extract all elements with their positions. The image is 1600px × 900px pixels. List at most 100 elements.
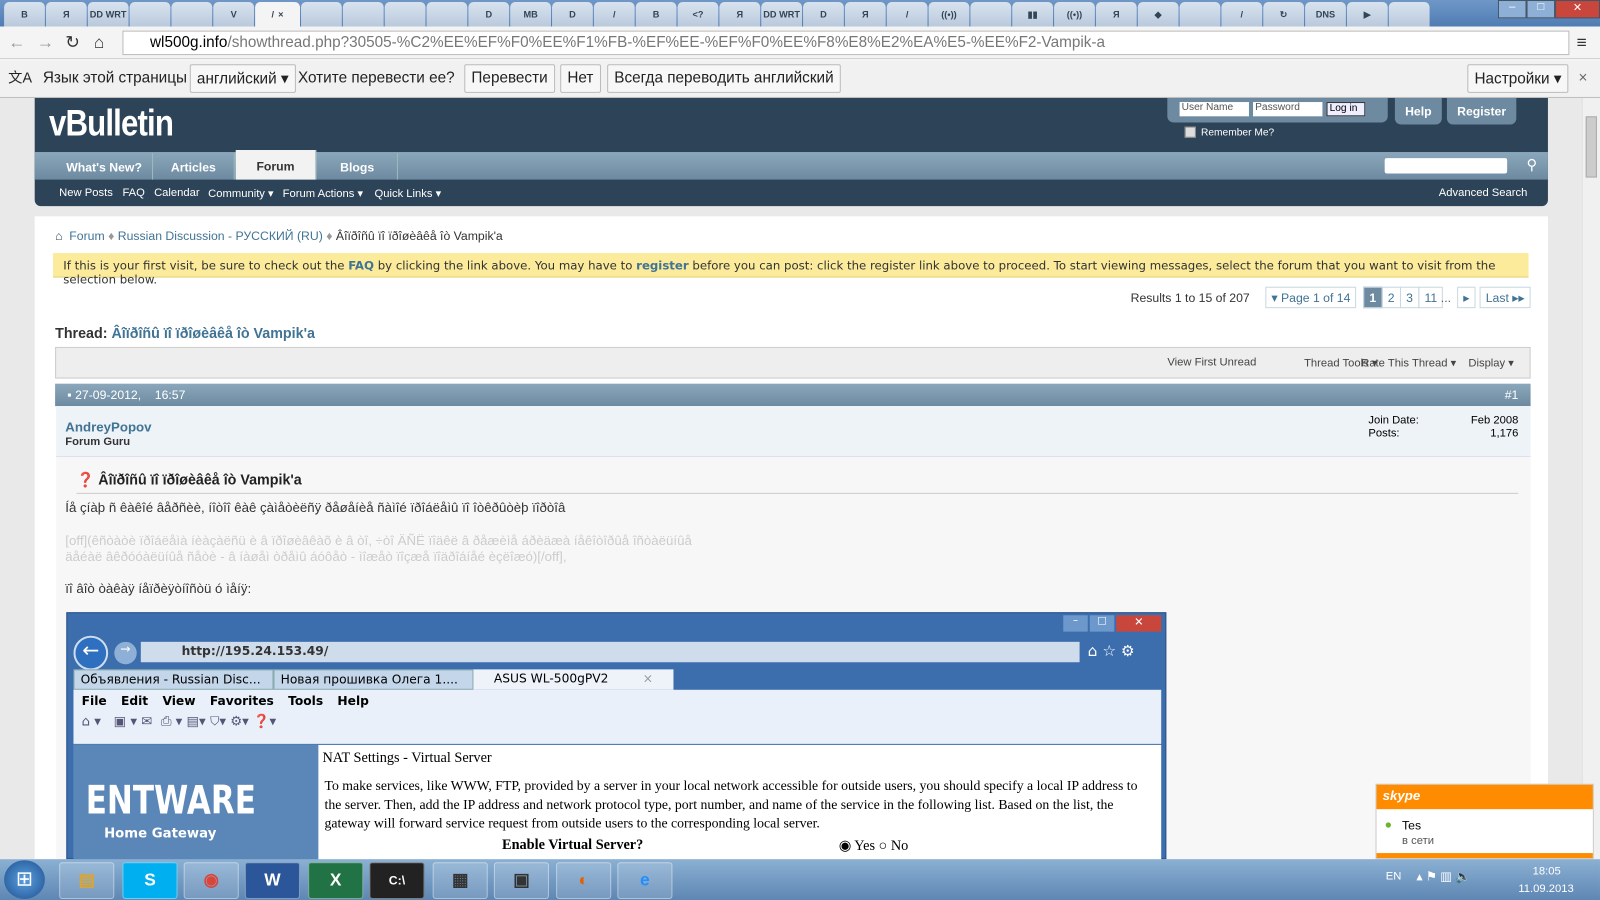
browser-tab[interactable] xyxy=(342,2,384,27)
browser-tab[interactable]: <? xyxy=(677,2,719,27)
tab-whats-new[interactable]: What's New? xyxy=(56,153,154,180)
page-3[interactable]: 3 xyxy=(1399,286,1420,309)
browser-tab[interactable]: D xyxy=(552,2,593,27)
no-button[interactable]: Нет xyxy=(560,64,601,93)
browser-tab[interactable]: DD WRT xyxy=(761,2,803,27)
browser-tab[interactable] xyxy=(129,2,171,27)
page-2[interactable]: 2 xyxy=(1381,286,1401,309)
subnav-community[interactable]: Community ▾ xyxy=(208,187,274,200)
menu-icon[interactable]: ≡ xyxy=(1577,33,1587,53)
always-translate-button[interactable]: Всегда переводить английский xyxy=(607,64,841,93)
monitor-taskbar-icon[interactable]: ▦ xyxy=(432,862,488,899)
address-bar[interactable]: wl500g.info/showthread.php?30505-%C2%EE%… xyxy=(122,30,1570,56)
word-taskbar-icon[interactable]: W xyxy=(244,862,300,899)
excel-taskbar-icon[interactable]: X xyxy=(308,862,364,899)
tab-forum[interactable]: Forum xyxy=(235,149,317,180)
advanced-search-link[interactable]: Advanced Search xyxy=(1439,187,1528,199)
subnav-new-posts[interactable]: New Posts xyxy=(59,187,113,199)
clock-date[interactable]: 11.09.2013 xyxy=(1518,883,1573,895)
breadcrumb-russian[interactable]: Russian Discussion - РУССКИЙ (RU) xyxy=(118,229,323,243)
clock-time[interactable]: 18:05 xyxy=(1533,865,1561,877)
browser-tab[interactable]: / xyxy=(1221,2,1263,27)
firefox-taskbar-icon[interactable]: ◐ xyxy=(556,862,612,899)
browser-tab[interactable] xyxy=(426,2,468,27)
minimize-button[interactable]: – xyxy=(1497,0,1527,19)
register-button[interactable]: Register xyxy=(1446,97,1517,125)
language-select[interactable]: английский ▾ xyxy=(189,64,296,93)
subnav-faq[interactable]: FAQ xyxy=(122,187,144,199)
scrollbar[interactable] xyxy=(1581,97,1600,860)
skype-taskbar-icon[interactable]: S xyxy=(122,862,178,899)
browser-tab[interactable]: Я xyxy=(45,2,87,27)
tab-blogs[interactable]: Blogs xyxy=(317,153,398,180)
ie-taskbar-icon[interactable]: e xyxy=(617,862,673,899)
browser-tab[interactable]: / xyxy=(593,2,635,27)
subnav-quick-links[interactable]: Quick Links ▾ xyxy=(374,187,441,200)
search-icon[interactable]: ⚲ xyxy=(1527,156,1537,173)
browser-tab[interactable]: ▮▮ xyxy=(1012,2,1054,27)
help-button[interactable]: Help xyxy=(1394,97,1442,125)
breadcrumb-forum[interactable]: Forum xyxy=(69,229,104,243)
browser-tab[interactable]: ◆ xyxy=(1137,2,1179,27)
translate-button[interactable]: Перевести xyxy=(464,64,555,93)
page-1[interactable]: 1 xyxy=(1363,286,1383,309)
browser-tab[interactable]: D xyxy=(803,2,844,27)
browser-tab-active[interactable]: / × xyxy=(255,2,300,27)
browser-tab[interactable] xyxy=(171,2,213,27)
last-page[interactable]: Last ▸▸ xyxy=(1479,286,1531,309)
browser-tab[interactable]: V xyxy=(213,2,255,27)
settings-button[interactable]: Настройки xyxy=(1474,70,1549,87)
register-link[interactable]: register xyxy=(636,258,689,272)
tray-icons[interactable]: ▴ ⚑ ▥ 🔈 xyxy=(1416,869,1470,883)
subnav-forum-actions[interactable]: Forum Actions ▾ xyxy=(283,187,364,200)
username-input[interactable]: User Name xyxy=(1179,102,1249,117)
close-window-button[interactable]: ✕ xyxy=(1555,0,1600,19)
browser-tab[interactable]: ((•)) xyxy=(1054,2,1095,27)
back-icon[interactable]: ← xyxy=(8,33,25,53)
remember-checkbox[interactable] xyxy=(1184,126,1196,138)
start-button[interactable]: ⊞ xyxy=(4,860,45,899)
browser-tab[interactable] xyxy=(301,2,342,27)
author-link[interactable]: AndreyPopov xyxy=(65,419,151,434)
home-icon[interactable]: ⌂ xyxy=(55,229,62,243)
page-jump[interactable]: ▾ Page 1 of 14 xyxy=(1265,286,1357,309)
chrome-taskbar-icon[interactable]: ◉ xyxy=(183,862,239,899)
browser-tab[interactable]: B xyxy=(635,2,677,27)
browser-tab[interactable] xyxy=(970,2,1012,27)
page-11[interactable]: 11 xyxy=(1418,286,1444,309)
maximize-button[interactable]: □ xyxy=(1526,0,1556,19)
login-button[interactable]: Log in xyxy=(1326,102,1366,117)
reload-icon[interactable]: ↻ xyxy=(65,33,80,53)
browser-tab[interactable] xyxy=(1388,2,1430,27)
subnav-calendar[interactable]: Calendar xyxy=(154,187,200,199)
close-tab-icon[interactable]: × xyxy=(278,9,283,19)
home-icon[interactable]: ⌂ xyxy=(94,33,104,53)
view-first-unread[interactable]: View First Unread xyxy=(1167,356,1256,368)
tab-articles[interactable]: Articles xyxy=(153,153,235,180)
rate-thread-menu[interactable]: Rate This Thread ▾ xyxy=(1361,356,1456,369)
faq-link[interactable]: FAQ xyxy=(348,258,374,272)
next-page[interactable]: ▸ xyxy=(1457,286,1476,309)
language-indicator[interactable]: EN xyxy=(1386,870,1402,882)
browser-tab[interactable]: DD WRT xyxy=(87,2,129,27)
search-input[interactable] xyxy=(1384,158,1508,174)
browser-tab[interactable]: D xyxy=(468,2,510,27)
browser-tab[interactable]: B xyxy=(4,2,45,27)
close-translate-button[interactable]: × xyxy=(1579,69,1588,86)
forward-icon[interactable]: → xyxy=(37,33,54,53)
browser-tab[interactable]: Я xyxy=(844,2,886,27)
browser-tab[interactable]: DNS xyxy=(1305,2,1346,27)
explorer-taskbar-icon[interactable]: ▤ xyxy=(59,862,115,899)
browser-tab[interactable]: / xyxy=(886,2,928,27)
post-number[interactable]: #1 xyxy=(1505,388,1519,402)
browser-tab[interactable] xyxy=(384,2,426,27)
browser-tab[interactable]: Я xyxy=(1095,2,1137,27)
browser-tab[interactable]: Я xyxy=(719,2,761,27)
browser-tab[interactable]: MB xyxy=(510,2,552,27)
browser-tab[interactable]: ((•)) xyxy=(928,2,970,27)
cmd-taskbar-icon[interactable]: C:\ xyxy=(369,862,425,899)
browser-tab[interactable] xyxy=(1179,2,1221,27)
browser-tab[interactable]: ↻ xyxy=(1263,2,1305,27)
network-taskbar-icon[interactable]: ▣ xyxy=(493,862,549,899)
vbulletin-logo[interactable]: vBulletin xyxy=(49,102,174,145)
